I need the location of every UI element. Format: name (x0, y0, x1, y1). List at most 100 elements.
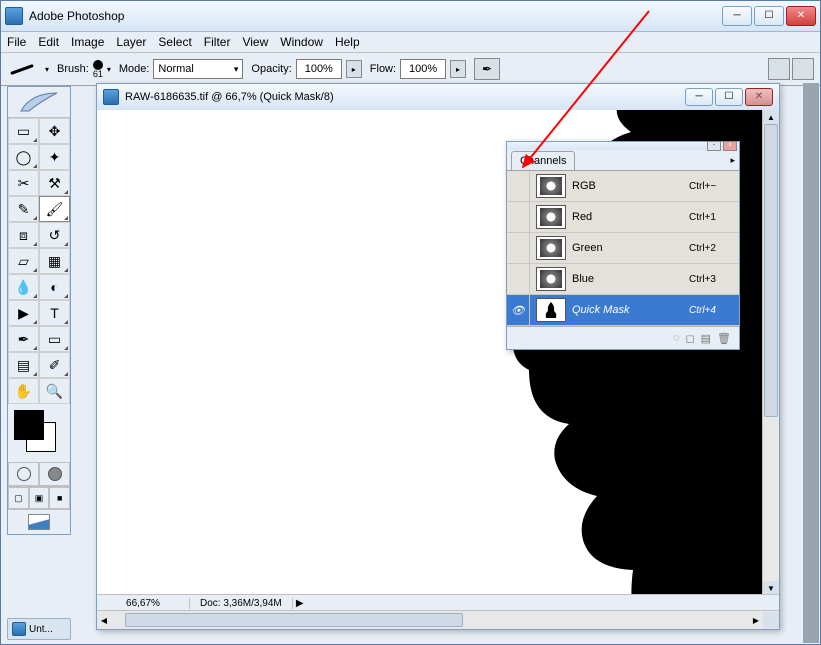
minimized-document-tab[interactable]: Unt... (7, 618, 71, 640)
menu-view[interactable]: View (242, 35, 268, 49)
menu-help[interactable]: Help (335, 35, 360, 49)
doc-size[interactable]: Doc: 3,36M/3,94M (190, 598, 293, 609)
channel-shortcut: Ctrl+4 (689, 305, 739, 316)
menu-edit[interactable]: Edit (38, 35, 59, 49)
type-tool[interactable]: T (39, 300, 70, 326)
channels-tab[interactable]: Channels (511, 151, 575, 170)
flow-flyout[interactable]: ▸ (450, 60, 466, 78)
zoom-level[interactable]: 66,67% (97, 598, 190, 609)
foreground-color[interactable] (14, 410, 44, 440)
channel-row[interactable]: 👁Quick MaskCtrl+4 (507, 295, 739, 326)
load-selection-icon[interactable]: ◌ (673, 332, 680, 344)
brush-tool[interactable]: 🖌 (39, 196, 70, 222)
shape-tool[interactable]: ▭ (39, 326, 70, 352)
channel-row[interactable]: RGBCtrl+~ (507, 171, 739, 202)
blend-mode-dropdown[interactable]: Normal (153, 59, 243, 79)
hand-tool[interactable]: ✋ (8, 378, 39, 404)
healing-brush-tool[interactable]: ✎ (8, 196, 39, 222)
flow-label: Flow: (370, 63, 396, 75)
scroll-right-button[interactable]: ▶ (749, 616, 763, 625)
jump-to-imageready[interactable] (8, 509, 70, 534)
visibility-toggle[interactable] (507, 171, 530, 201)
visibility-toggle[interactable]: 👁 (507, 295, 530, 325)
crop-tool[interactable]: ✂ (8, 170, 39, 196)
brush-preset-picker[interactable]: 61 (93, 60, 103, 79)
menu-window[interactable]: Window (280, 35, 323, 49)
flow-input[interactable] (400, 59, 446, 79)
brush-size-value: 61 (93, 70, 103, 79)
doc-minimize-button[interactable]: ─ (685, 88, 713, 106)
menu-layer[interactable]: Layer (116, 35, 146, 49)
visibility-toggle[interactable] (507, 233, 530, 263)
document-title-bar[interactable]: RAW-6186635.tif @ 66,7% (Quick Mask/8) ─… (97, 84, 779, 111)
channel-row[interactable]: BlueCtrl+3 (507, 264, 739, 295)
path-selection-tool[interactable]: ▶ (8, 300, 39, 326)
minimize-button[interactable]: ─ (722, 6, 752, 26)
palette-well-1[interactable] (768, 58, 790, 80)
close-button[interactable]: ✕ (786, 6, 816, 26)
options-bar: ▾ Brush: 61 ▾ Mode: Normal Opacity: ▸ Fl… (1, 53, 820, 86)
doc-maximize-button[interactable]: ☐ (715, 88, 743, 106)
panel-close-button[interactable]: x (723, 141, 737, 151)
opacity-input[interactable] (296, 59, 342, 79)
history-brush-tool[interactable]: ↺ (39, 222, 70, 248)
zoom-tool[interactable]: 🔍 (39, 378, 70, 404)
blur-tool[interactable]: 💧 (8, 274, 39, 300)
channel-row[interactable]: RedCtrl+1 (507, 202, 739, 233)
horizontal-scroll-thumb[interactable] (125, 613, 463, 627)
screen-mode-full-menubar[interactable]: ▣ (29, 487, 50, 509)
app-window: Adobe Photoshop ─ ☐ ✕ File Edit Image La… (0, 0, 821, 645)
pen-tool[interactable]: ✒ (8, 326, 39, 352)
screen-mode-full[interactable]: ■ (49, 487, 70, 509)
airbrush-toggle[interactable]: ✒ (474, 58, 500, 80)
scroll-up-button[interactable]: ▲ (763, 110, 779, 124)
vertical-scrollbar[interactable]: ▲ ▼ (762, 110, 779, 595)
delete-channel-icon[interactable]: 🗑 (717, 332, 731, 345)
new-channel-icon[interactable]: ▤ (701, 332, 711, 345)
menu-bar: File Edit Image Layer Select Filter View… (1, 32, 820, 53)
dodge-tool[interactable]: ◐ (39, 274, 70, 300)
clone-stamp-tool[interactable]: ⧈ (8, 222, 39, 248)
horizontal-scrollbar[interactable]: ◀ ▶ (97, 610, 779, 629)
menu-image[interactable]: Image (71, 35, 104, 49)
eraser-tool[interactable]: ▱ (8, 248, 39, 274)
notes-tool[interactable]: ▤ (8, 352, 39, 378)
visibility-toggle[interactable] (507, 202, 530, 232)
save-selection-icon[interactable]: ◻ (685, 332, 694, 345)
gradient-tool[interactable]: ▦ (39, 248, 70, 274)
channel-name: Green (572, 242, 689, 254)
maximize-button[interactable]: ☐ (754, 6, 784, 26)
magic-wand-tool[interactable]: ✦ (39, 144, 70, 170)
marquee-tool[interactable]: ▭ (8, 118, 39, 144)
workspace: ▭ ✥ ◯ ✦ ✂ ⚒ ✎ 🖌 ⧈ ↺ ▱ ▦ 💧 ◐ ▶ T ✒ ▭ ▤ ✐ (1, 83, 820, 644)
scroll-down-button[interactable]: ▼ (763, 581, 779, 595)
standard-mode-button[interactable] (8, 462, 39, 486)
brush-dot-icon (93, 60, 103, 70)
panel-menu-button[interactable]: ▸ (730, 155, 735, 166)
eyedropper-tool[interactable]: ✐ (39, 352, 70, 378)
panel-title-bar[interactable]: - x (507, 142, 739, 150)
scroll-left-button[interactable]: ◀ (97, 616, 111, 625)
channel-thumbnail (536, 205, 566, 229)
status-flyout[interactable]: ▶ (293, 598, 307, 609)
channel-shortcut: Ctrl+3 (689, 274, 739, 285)
palette-well-2[interactable] (792, 58, 814, 80)
window-buttons: ─ ☐ ✕ (722, 6, 816, 26)
opacity-flyout[interactable]: ▸ (346, 60, 362, 78)
menu-file[interactable]: File (7, 35, 26, 49)
menu-select[interactable]: Select (158, 35, 191, 49)
screen-mode-standard[interactable]: ▢ (8, 487, 29, 509)
quick-mask-mode-button[interactable] (39, 462, 70, 486)
vertical-scroll-thumb[interactable] (764, 124, 778, 417)
lasso-tool[interactable]: ◯ (8, 144, 39, 170)
resize-grip[interactable] (763, 612, 779, 628)
slice-tool[interactable]: ⚒ (39, 170, 70, 196)
doc-close-button[interactable]: ✕ (745, 88, 773, 106)
panel-minimize-button[interactable]: - (707, 141, 721, 151)
tool-preset-picker[interactable] (7, 57, 37, 81)
move-tool[interactable]: ✥ (39, 118, 70, 144)
visibility-toggle[interactable] (507, 264, 530, 294)
menu-filter[interactable]: Filter (204, 35, 231, 49)
color-swatches[interactable] (12, 408, 66, 458)
channel-row[interactable]: GreenCtrl+2 (507, 233, 739, 264)
